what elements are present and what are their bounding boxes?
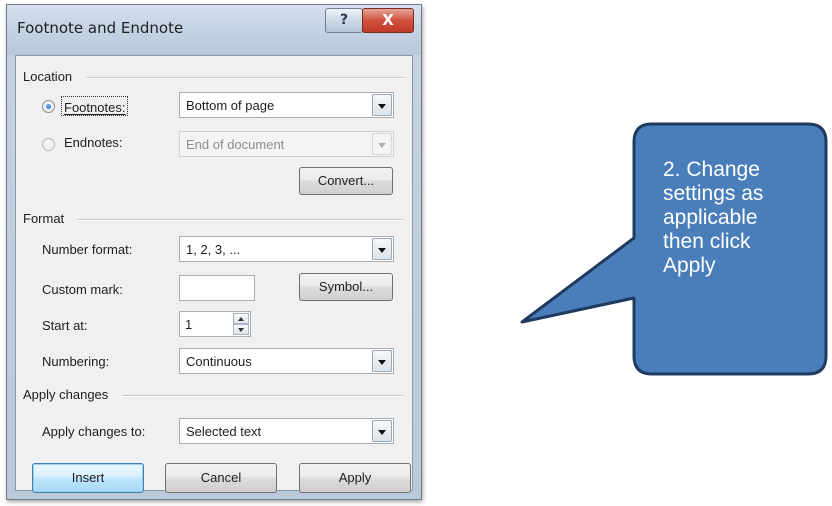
callout-line: then click bbox=[663, 230, 751, 253]
arrow-up-icon bbox=[238, 317, 244, 321]
callout-line: Apply bbox=[663, 254, 716, 277]
callout-text: 2. Change settings as applicable then cl… bbox=[663, 158, 803, 278]
apply-button-label: Apply bbox=[338, 470, 372, 485]
endnotes-radio[interactable] bbox=[42, 138, 55, 151]
endnotes-position-value: End of document bbox=[186, 137, 285, 152]
numbering-label: Numbering: bbox=[42, 354, 110, 369]
callout-line: settings as bbox=[663, 182, 764, 205]
start-at-value: 1 bbox=[185, 317, 193, 332]
footnotes-dropdown-arrow[interactable] bbox=[372, 94, 392, 116]
dialog-body: Location Footnotes: Bottom of page Endno… bbox=[15, 55, 413, 493]
numbering-dropdown-arrow[interactable] bbox=[372, 350, 392, 372]
dialog-title: Footnote and Endnote bbox=[17, 19, 184, 37]
spin-down-button[interactable] bbox=[233, 324, 249, 335]
custom-mark-label: Custom mark: bbox=[42, 282, 123, 297]
start-at-spinner bbox=[233, 313, 249, 335]
insert-button-label: Insert bbox=[71, 470, 105, 485]
close-icon: X bbox=[382, 11, 394, 29]
spin-up-button[interactable] bbox=[233, 313, 249, 324]
chevron-down-icon bbox=[378, 104, 386, 109]
footnotes-focus-outline: Footnotes: bbox=[61, 96, 129, 116]
location-separator bbox=[86, 77, 404, 79]
custom-mark-input[interactable] bbox=[179, 275, 255, 301]
cancel-button[interactable]: Cancel bbox=[165, 463, 277, 493]
format-section-label: Format bbox=[23, 211, 65, 226]
number-format-value: 1, 2, 3, ... bbox=[186, 242, 241, 257]
close-button[interactable]: X bbox=[362, 8, 414, 33]
footnotes-label[interactable]: Footnotes: bbox=[64, 100, 125, 115]
apply-changes-dropdown-arrow[interactable] bbox=[372, 420, 392, 442]
arrow-down-icon bbox=[238, 328, 244, 332]
help-button[interactable]: ? bbox=[325, 8, 363, 33]
convert-button-label: Convert... bbox=[317, 173, 375, 188]
start-at-stepper[interactable]: 1 bbox=[179, 311, 251, 337]
help-icon: ? bbox=[339, 12, 349, 28]
footnote-endnote-dialog: Footnote and Endnote ? X Location Footno… bbox=[6, 4, 422, 500]
apply-changes-separator bbox=[122, 395, 404, 397]
instruction-callout: 2. Change settings as applicable then cl… bbox=[500, 120, 832, 380]
insert-button[interactable]: Insert bbox=[32, 463, 144, 493]
chevron-down-icon bbox=[378, 360, 386, 365]
chevron-down-icon bbox=[378, 430, 386, 435]
footnotes-position-value: Bottom of page bbox=[186, 98, 275, 113]
cancel-button-label: Cancel bbox=[200, 470, 242, 485]
apply-button[interactable]: Apply bbox=[299, 463, 411, 493]
apply-changes-to-value: Selected text bbox=[186, 424, 262, 439]
apply-changes-to-select[interactable]: Selected text bbox=[179, 418, 394, 444]
number-format-label: Number format: bbox=[42, 242, 133, 257]
location-section-label: Location bbox=[23, 69, 73, 84]
number-format-select[interactable]: 1, 2, 3, ... bbox=[179, 236, 394, 262]
callout-line: applicable bbox=[663, 206, 758, 229]
chevron-down-icon bbox=[378, 143, 386, 148]
title-bar[interactable]: Footnote and Endnote ? X bbox=[7, 5, 421, 55]
endnotes-position-select[interactable]: End of document bbox=[179, 131, 394, 157]
footnotes-position-select[interactable]: Bottom of page bbox=[179, 92, 394, 118]
apply-changes-section-label: Apply changes bbox=[23, 387, 109, 402]
radio-selected-dot bbox=[46, 104, 51, 109]
number-format-dropdown-arrow[interactable] bbox=[372, 238, 392, 260]
chevron-down-icon bbox=[378, 248, 386, 253]
apply-changes-to-label: Apply changes to: bbox=[42, 424, 146, 439]
numbering-select[interactable]: Continuous bbox=[179, 348, 394, 374]
endnotes-dropdown-arrow[interactable] bbox=[372, 133, 392, 155]
format-separator bbox=[78, 219, 404, 221]
footnotes-radio[interactable] bbox=[42, 100, 55, 113]
endnotes-label[interactable]: Endnotes: bbox=[64, 135, 123, 150]
symbol-button-label: Symbol... bbox=[318, 279, 374, 294]
convert-button[interactable]: Convert... bbox=[299, 167, 393, 195]
callout-line: 2. Change bbox=[663, 158, 760, 181]
start-at-label: Start at: bbox=[42, 318, 88, 333]
symbol-button[interactable]: Symbol... bbox=[299, 273, 393, 301]
numbering-value: Continuous bbox=[186, 354, 252, 369]
